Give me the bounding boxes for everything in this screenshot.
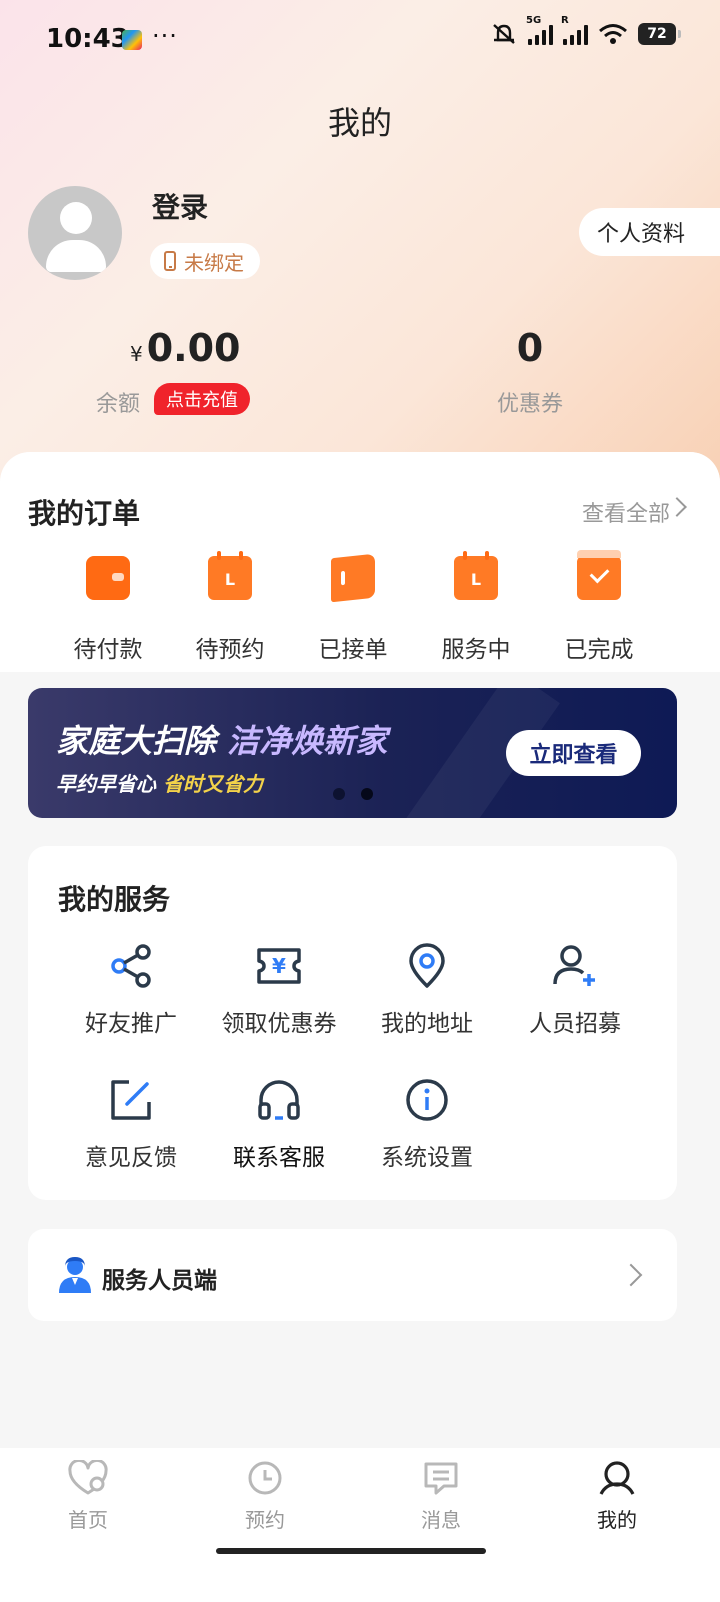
order-label: 待付款 [73, 637, 143, 663]
service-feedback[interactable]: 意见反馈 [56, 1076, 206, 1172]
service-my-address[interactable]: 我的地址 [352, 942, 502, 1038]
signal-5g-icon: 5G [526, 15, 553, 45]
order-pending-payment[interactable]: 待付款 [46, 556, 170, 664]
order-label: 已完成 [564, 637, 634, 663]
chevron-right-icon [619, 1263, 643, 1287]
currency-symbol: ¥ [130, 342, 143, 366]
app-notification-icon [122, 30, 142, 50]
tab-booking[interactable]: 预约 [205, 1460, 325, 1533]
more-notifications-icon: ··· [152, 22, 178, 50]
balance-label: 余额 [96, 392, 141, 417]
svg-text:¥: ¥ [272, 954, 286, 978]
share-icon [111, 944, 151, 988]
login-link[interactable]: 登录 [152, 186, 208, 226]
tab-label: 消息 [421, 1508, 461, 1532]
service-label: 人员招募 [529, 1011, 621, 1037]
avatar-head-shape [60, 202, 92, 234]
service-recruit[interactable]: 人员招募 [500, 942, 650, 1038]
staff-portal-row[interactable]: 服务人员端 [28, 1229, 677, 1321]
tab-messages[interactable]: 消息 [381, 1460, 501, 1533]
phone-bind-badge[interactable]: 未绑定 [150, 243, 260, 279]
tab-label: 我的 [597, 1508, 637, 1532]
staff-icon [59, 1257, 91, 1293]
recharge-button[interactable]: 点击充值 [154, 383, 250, 415]
mute-icon [493, 24, 515, 44]
avatar-body-shape [46, 240, 106, 272]
calendar-icon [208, 551, 252, 600]
tab-label: 预约 [245, 1508, 285, 1532]
location-icon [409, 943, 445, 988]
bind-status-label: 未绑定 [184, 250, 244, 275]
order-label: 已接单 [318, 637, 388, 663]
wallet-icon [86, 556, 130, 600]
service-get-coupon[interactable]: ¥ 领取优惠券 [204, 942, 354, 1038]
headset-icon [258, 1080, 300, 1120]
avatar[interactable] [28, 186, 122, 280]
clock-icon [248, 1461, 282, 1495]
order-pending-booking[interactable]: 待预约 [168, 551, 292, 664]
calendar-check-icon [577, 550, 621, 600]
orders-title: 我的订单 [28, 497, 141, 530]
signal-roaming-icon: R [561, 15, 588, 45]
service-label: 联系客服 [233, 1145, 325, 1171]
carousel-dot-2[interactable] [361, 788, 373, 800]
banner-sub-main: 早约早省心 [56, 772, 156, 796]
service-settings[interactable]: 系统设置 [352, 1076, 502, 1172]
home-indicator[interactable] [216, 1548, 486, 1554]
user-icon [599, 1461, 635, 1495]
battery-icon: 72 [638, 23, 681, 45]
banner-sub-highlight: 省时又省力 [162, 772, 263, 796]
add-user-icon [553, 945, 595, 986]
door-icon [331, 553, 375, 603]
order-completed[interactable]: 已完成 [537, 550, 661, 664]
tab-home[interactable]: 首页 [28, 1458, 148, 1533]
coupon-icon: ¥ [257, 948, 301, 984]
banner-title-main: 家庭大扫除 [56, 722, 217, 760]
info-icon [406, 1079, 448, 1121]
calendar-icon [454, 551, 498, 600]
tab-label: 首页 [68, 1508, 108, 1532]
roaming-label: R [561, 15, 569, 26]
balance-amount: 0.00 [146, 326, 241, 370]
banner-subtitle: 早约早省心 省时又省力 [56, 768, 263, 797]
coupon-count[interactable]: 0 [480, 326, 580, 370]
order-label: 待预约 [195, 637, 265, 663]
service-label: 我的地址 [381, 1011, 473, 1037]
order-accepted[interactable]: 已接单 [291, 553, 415, 664]
banner-view-button[interactable]: 立即查看 [506, 730, 641, 776]
banner-title-highlight: 洁净焕新家 [227, 722, 388, 760]
service-label: 意见反馈 [85, 1145, 177, 1171]
edit-icon [111, 1080, 151, 1120]
service-label: 好友推广 [85, 1011, 177, 1037]
order-in-service[interactable]: 服务中 [414, 551, 538, 664]
heart-icon [68, 1458, 108, 1495]
staff-portal-label: 服务人员端 [102, 1268, 217, 1294]
status-bar: 10:43 ··· 5G R 72 [0, 0, 720, 80]
tab-mine[interactable]: 我的 [557, 1460, 677, 1533]
banner-title: 家庭大扫除 洁净焕新家 [56, 716, 387, 762]
network-type-label: 5G [526, 15, 542, 26]
coupon-label: 优惠券 [496, 392, 563, 417]
phone-icon [164, 251, 176, 271]
balance-value[interactable]: ¥ 0.00 [130, 326, 241, 370]
service-label: 领取优惠券 [221, 1011, 337, 1037]
message-icon [424, 1462, 458, 1495]
view-all-orders-link[interactable]: 查看全部 [582, 496, 670, 528]
status-icons: 5G R 72 [490, 15, 681, 46]
promo-banner[interactable]: 家庭大扫除 洁净焕新家 早约早省心 省时又省力 立即查看 [28, 688, 677, 818]
page-title: 我的 [327, 104, 392, 142]
wifi-icon [599, 24, 627, 44]
profile-info-button[interactable]: 个人资料 [579, 208, 720, 256]
carousel-dot-1[interactable] [333, 788, 345, 800]
service-label: 系统设置 [381, 1145, 473, 1171]
order-label: 服务中 [441, 637, 511, 663]
service-customer-support[interactable]: 联系客服 [204, 1076, 354, 1172]
status-time: 10:43 [46, 24, 129, 54]
service-share[interactable]: 好友推广 [56, 942, 206, 1038]
services-title: 我的服务 [58, 883, 171, 916]
